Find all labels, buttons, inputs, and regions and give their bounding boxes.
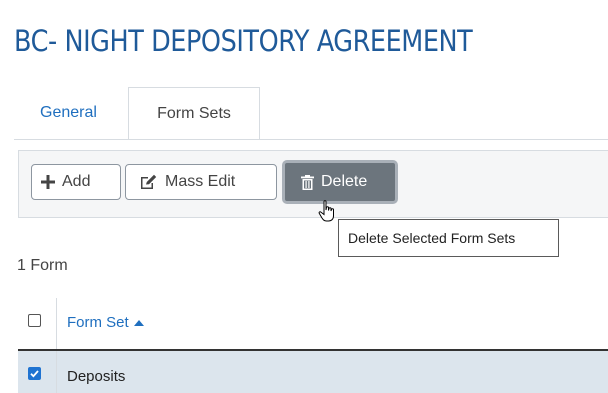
plus-icon: [41, 175, 55, 189]
trash-icon: [301, 174, 314, 190]
sort-ascending-icon: [133, 319, 144, 326]
toolbar: Add Mass Edit Delete: [18, 150, 608, 218]
record-count: 1 Form: [17, 257, 68, 274]
delete-tooltip: Delete Selected Form Sets: [338, 219, 559, 257]
tab-form-sets-label: Form Sets: [157, 104, 231, 122]
delete-button[interactable]: Delete: [282, 160, 398, 204]
delete-button-label: Delete: [321, 173, 368, 190]
column-divider: [56, 298, 57, 393]
row-checkbox[interactable]: [28, 367, 41, 380]
page-title: BC- NIGHT DEPOSITORY AGREEMENT: [14, 24, 473, 58]
row-label: Deposits: [67, 368, 126, 385]
hand-cursor-icon: [318, 200, 338, 229]
column-header-form-set[interactable]: Form Set: [67, 314, 144, 331]
select-all-checkbox[interactable]: [28, 314, 41, 327]
column-header-label: Form Set: [67, 314, 129, 331]
edit-icon: [140, 174, 158, 190]
mass-edit-button-label: Mass Edit: [165, 173, 236, 190]
add-button-label: Add: [62, 173, 91, 190]
tab-form-sets[interactable]: Form Sets: [128, 87, 260, 140]
tab-general[interactable]: General: [40, 104, 97, 122]
mass-edit-button[interactable]: Mass Edit: [125, 164, 277, 200]
add-button[interactable]: Add: [31, 164, 121, 200]
tabs-divider: [14, 139, 608, 140]
header-divider: [18, 349, 608, 351]
